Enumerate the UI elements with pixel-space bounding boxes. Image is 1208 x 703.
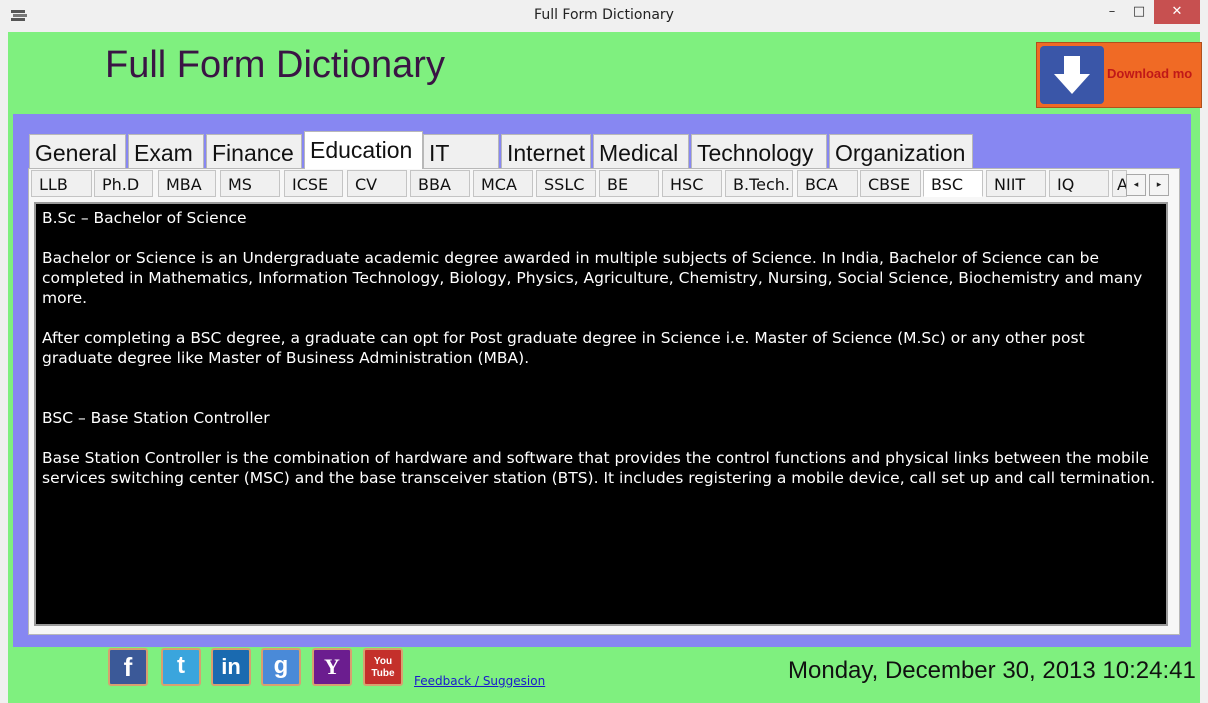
subtab-bba[interactable]: BBA: [410, 170, 470, 197]
tab-internet[interactable]: Internet: [501, 134, 591, 168]
window-title: Full Form Dictionary: [534, 7, 674, 23]
tab-education[interactable]: Education: [304, 131, 423, 169]
subtab-iq[interactable]: IQ: [1049, 170, 1109, 197]
definition-paragraph: Bachelor or Science is an Undergraduate …: [42, 249, 1143, 307]
app-title: Full Form Dictionary: [105, 44, 445, 86]
tab-scroll-left-icon[interactable]: ◂: [1126, 174, 1146, 196]
close-button[interactable]: ✕: [1154, 0, 1200, 24]
maximize-button[interactable]: □: [1127, 0, 1151, 24]
subtab-cv[interactable]: CV: [347, 170, 407, 197]
feedback-link[interactable]: Feedback / Suggesion: [414, 674, 545, 688]
subtab-be[interactable]: BE: [599, 170, 659, 197]
subtab-btech[interactable]: B.Tech.: [725, 170, 793, 197]
twitter-icon[interactable]: t: [161, 648, 201, 686]
minimize-button[interactable]: –: [1100, 0, 1124, 24]
subtab-cbse[interactable]: CBSE: [860, 170, 921, 197]
tab-exam[interactable]: Exam: [128, 134, 204, 168]
download-label: Download mo: [1107, 66, 1193, 81]
definition-heading: B.Sc – Bachelor of Science: [42, 209, 247, 227]
subtab-sslc[interactable]: SSLC: [536, 170, 596, 197]
yahoo-icon[interactable]: Y: [312, 648, 352, 686]
definition-paragraph: Base Station Controller is the combinati…: [42, 449, 1156, 487]
facebook-icon[interactable]: f: [108, 648, 148, 686]
subtab-phd[interactable]: Ph.D: [94, 170, 153, 197]
subtab-llb[interactable]: LLB: [31, 170, 92, 197]
subtab-mba[interactable]: MBA: [158, 170, 216, 197]
definition-paragraph: After completing a BSC degree, a graduat…: [42, 329, 1085, 367]
subtab-ms[interactable]: MS: [220, 170, 280, 197]
subtab-a[interactable]: A: [1112, 170, 1127, 197]
tab-it[interactable]: IT: [423, 134, 499, 168]
datetime-display: Monday, December 30, 2013 10:24:41 A: [788, 657, 1200, 684]
subtab-icse[interactable]: ICSE: [284, 170, 343, 197]
subtab-bsc[interactable]: BSC: [923, 170, 983, 197]
google-icon[interactable]: g: [261, 648, 301, 686]
subtab-bca[interactable]: BCA: [797, 170, 858, 197]
tab-organization[interactable]: Organization: [829, 134, 973, 168]
subtab-mca[interactable]: MCA: [473, 170, 533, 197]
definition-heading: BSC – Base Station Controller: [42, 409, 270, 427]
subtab-hsc[interactable]: HSC: [662, 170, 722, 197]
linkedin-icon[interactable]: in: [211, 648, 251, 686]
title-bar: Full Form Dictionary – □ ✕: [0, 0, 1208, 33]
download-arrow-icon: [1040, 46, 1104, 104]
tab-finance[interactable]: Finance: [206, 134, 302, 168]
download-button[interactable]: Download mo: [1036, 42, 1202, 108]
definition-text-area[interactable]: B.Sc – Bachelor of Science Bachelor or S…: [34, 202, 1168, 626]
subtab-niit[interactable]: NIIT: [986, 170, 1046, 197]
tab-medical[interactable]: Medical: [593, 134, 689, 168]
youtube-icon[interactable]: You Tube: [363, 648, 403, 686]
tab-scroll-right-icon[interactable]: ▸: [1149, 174, 1169, 196]
tab-general[interactable]: General: [29, 134, 126, 168]
tab-technology[interactable]: Technology: [691, 134, 827, 168]
